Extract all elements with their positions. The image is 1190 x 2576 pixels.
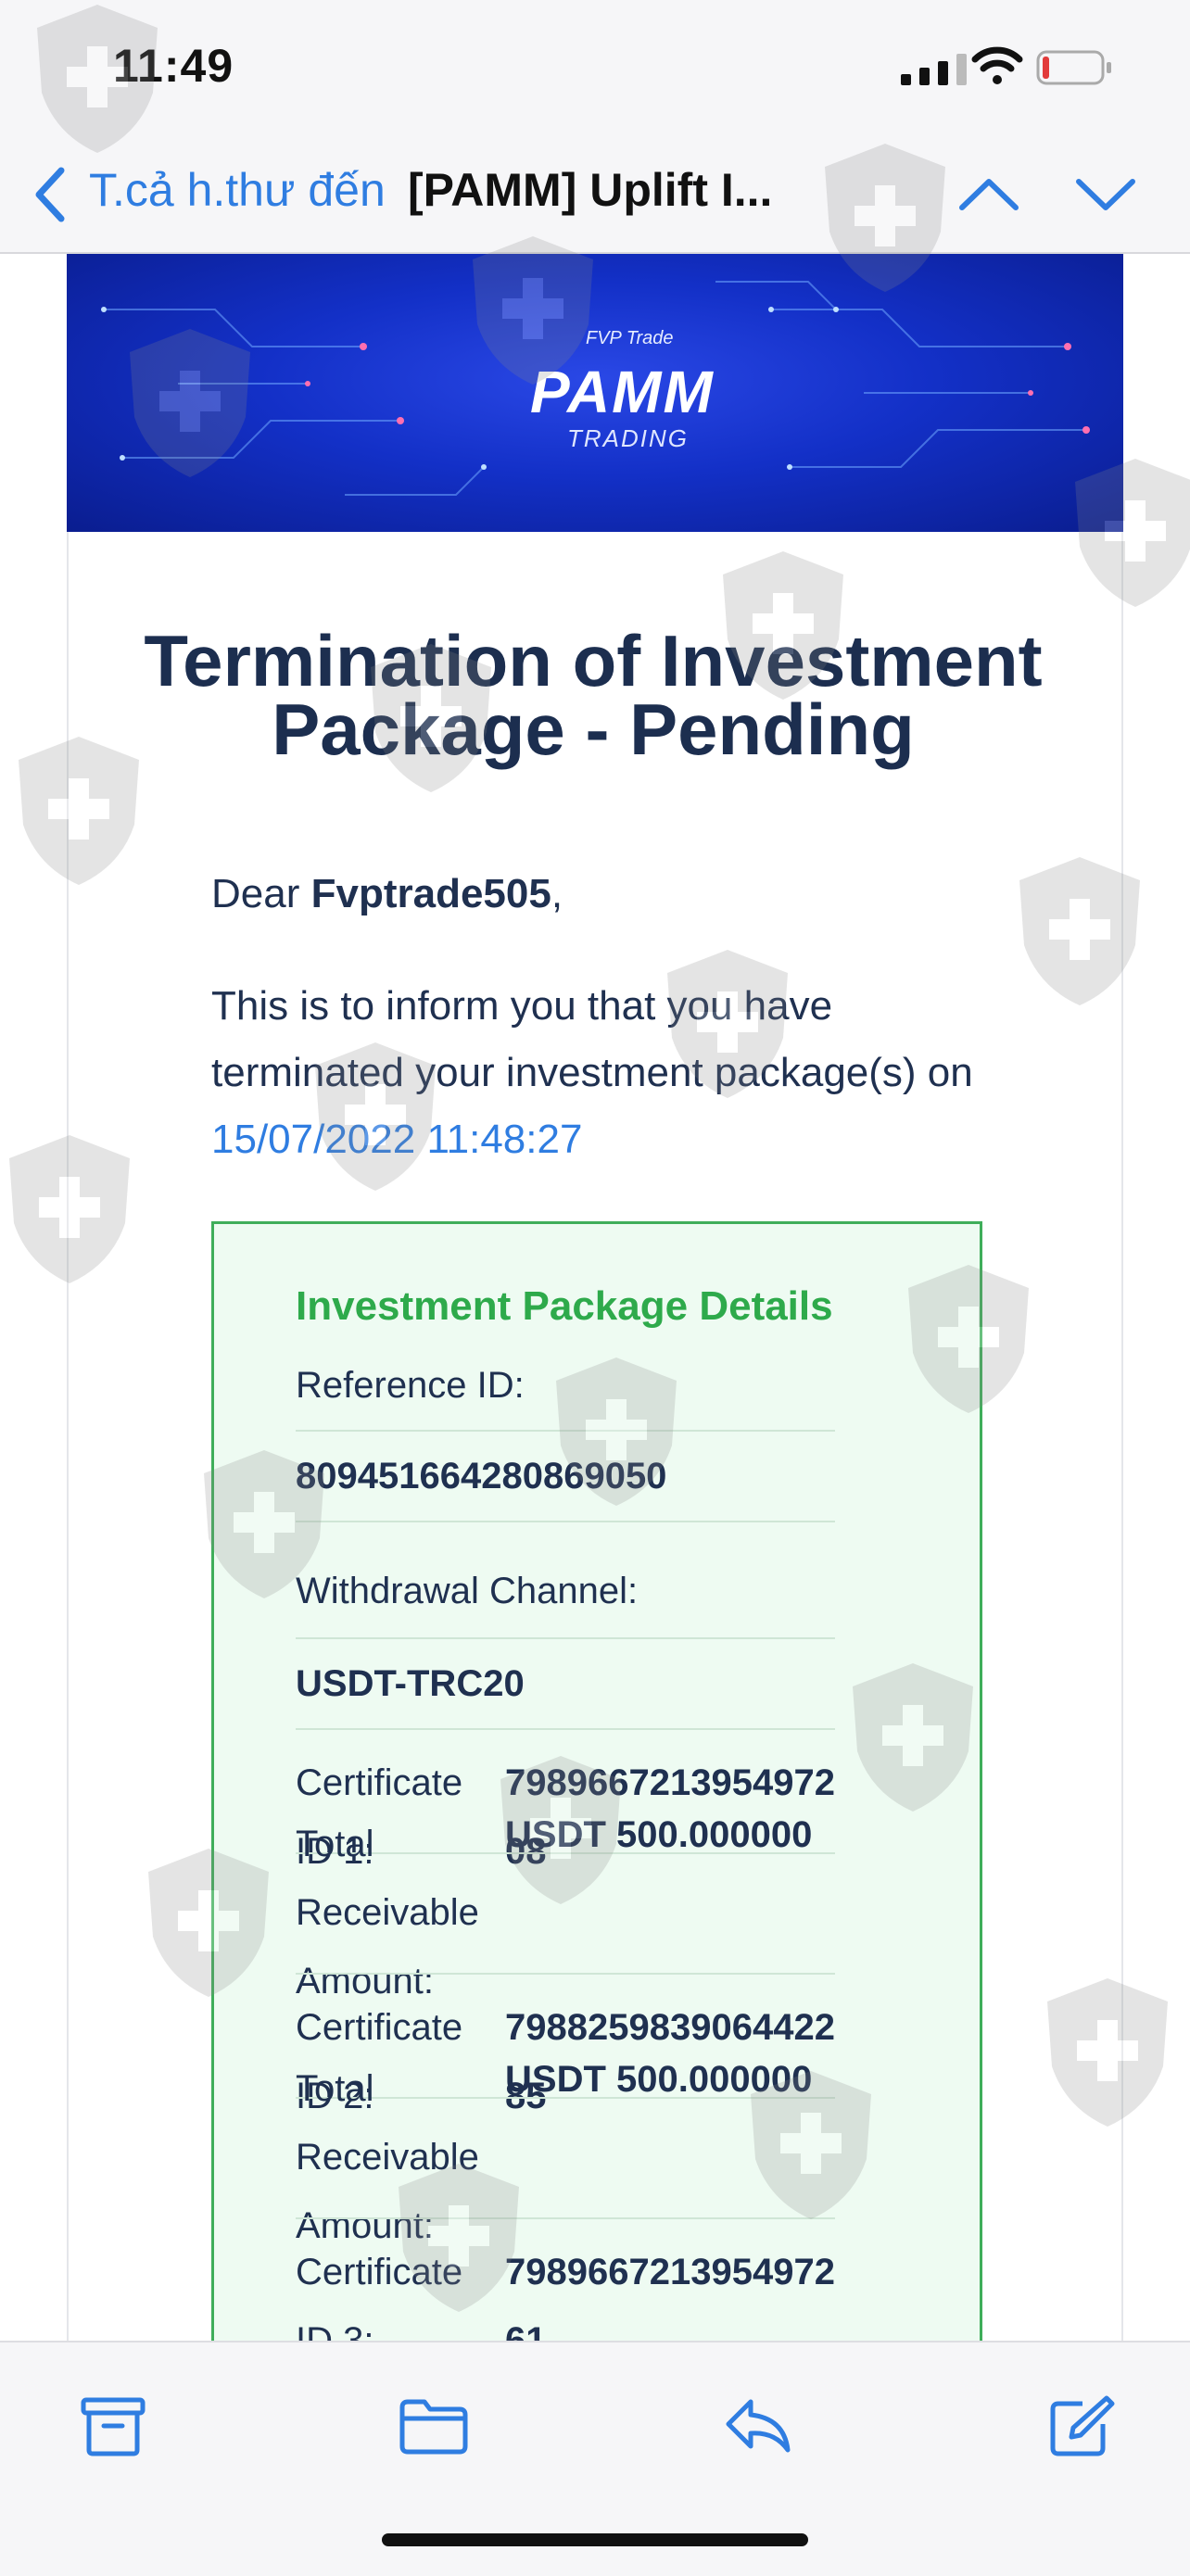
email-body[interactable]: FVP Trade PAMM TRADING Termination of In…: [0, 254, 1190, 2341]
termination-date-link[interactable]: 15/07/2022 11:48:27: [211, 1117, 582, 1162]
greeting-suffix: ,: [551, 871, 563, 916]
reference-id-value: 809451664280869050: [296, 1456, 667, 1496]
battery-icon: [1036, 50, 1111, 85]
archive-icon[interactable]: [78, 2393, 148, 2459]
amount-2-value: USDT 500.000000: [505, 2059, 813, 2100]
intro-paragraph: This is to inform you that you have term…: [211, 973, 1008, 1173]
divider: [296, 1521, 835, 1522]
fvp-trade-logo: FVP Trade: [586, 328, 674, 348]
banner-subtitle: TRADING: [567, 424, 689, 452]
compose-icon[interactable]: [1045, 2393, 1116, 2459]
amount-1-value: USDT 500.000000: [505, 1814, 813, 1855]
mail-nav-bar: T.cả h.thư đến [PAMM] Uplift I...: [0, 139, 1190, 254]
next-message-down-icon[interactable]: [1073, 167, 1138, 222]
reply-icon[interactable]: [723, 2393, 793, 2459]
withdrawal-channel-label: Withdrawal Channel:: [296, 1571, 639, 1611]
email-headline: Termination of Investment Package - Pend…: [144, 620, 1043, 770]
folder-icon[interactable]: [399, 2393, 469, 2459]
withdrawal-channel-value: USDT-TRC20: [296, 1663, 525, 1704]
cellular-signal-icon: [901, 54, 967, 85]
back-chevron-icon[interactable]: [32, 165, 69, 224]
previous-message-up-icon[interactable]: [956, 167, 1021, 222]
amount-1-label: Total Receivable Amount:: [296, 1824, 479, 2001]
username: Fvptrade505: [310, 871, 551, 916]
divider: [296, 1728, 835, 1730]
banner-title: PAMM: [530, 359, 715, 425]
divider: [296, 1973, 835, 1975]
home-indicator[interactable]: [382, 2533, 808, 2546]
intro-text: This is to inform you that you have term…: [211, 983, 973, 1095]
email-subject-title: [PAMM] Uplift I...: [408, 164, 773, 216]
status-time: 11:49: [113, 40, 234, 92]
investment-details-box: Investment Package Details Reference ID:…: [211, 1221, 982, 2341]
divider: [296, 1430, 835, 1432]
greeting-line: Dear Fvptrade505,: [211, 871, 563, 917]
status-bar: 11:49: [0, 0, 1190, 139]
reference-id-label: Reference ID:: [296, 1365, 525, 1406]
divider: [296, 1637, 835, 1639]
certificate-3-label: Certificate ID 3:: [296, 2252, 463, 2341]
greeting-prefix: Dear: [211, 871, 311, 916]
pamm-banner-image: FVP Trade PAMM TRADING: [67, 254, 1123, 532]
amount-2-label: Total Receivable Amount:: [296, 2068, 479, 2246]
details-title: Investment Package Details: [296, 1283, 833, 1329]
wifi-icon: [971, 46, 1023, 84]
certificate-3-id: 798966721395497261: [505, 2252, 835, 2341]
back-to-inbox-link[interactable]: T.cả h.thư đến: [89, 163, 386, 217]
divider: [296, 2217, 835, 2219]
